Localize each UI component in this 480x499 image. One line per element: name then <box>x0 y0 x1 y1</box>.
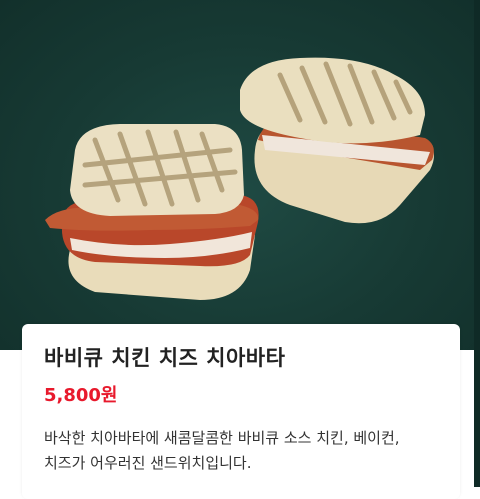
product-price: 5,800원 <box>44 385 118 406</box>
product-name: 바비큐 치킨 치즈 치아바타 <box>44 346 286 370</box>
description-line-1: 바삭한 치아바타에 새콤달콤한 바비큐 소스 치킨, 베이컨, <box>44 429 400 447</box>
front-sandwich <box>45 124 259 300</box>
product-description: 바삭한 치아바타에 새콤달콤한 바비큐 소스 치킨, 베이컨, 치즈가 어우러진… <box>44 426 438 476</box>
scrollbar-edge <box>474 0 480 487</box>
back-sandwich <box>240 57 434 224</box>
product-info-card: 바비큐 치킨 치즈 치아바타 5,800원 바삭한 치아바타에 새콤달콤한 바비… <box>22 324 460 499</box>
sandwich-photo <box>45 57 434 300</box>
product-image <box>0 0 480 350</box>
description-line-2: 치즈가 어우러진 샌드위치입니다. <box>44 454 252 472</box>
